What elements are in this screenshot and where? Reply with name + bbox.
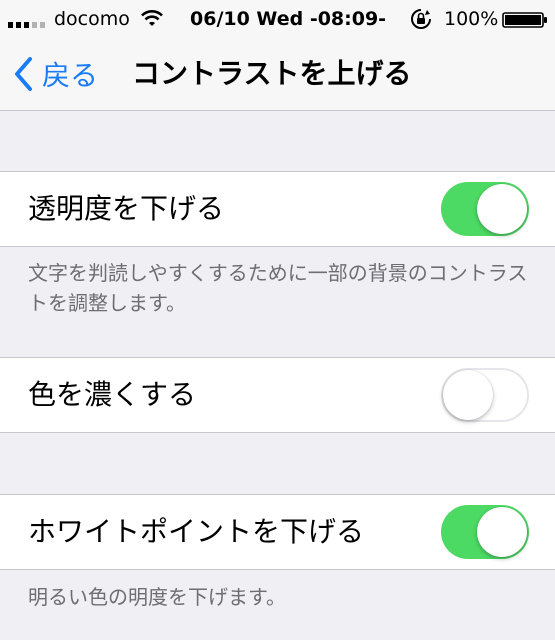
setting-label: 色を濃くする	[28, 378, 197, 411]
toggle-knob	[477, 184, 527, 234]
setting-label: ホワイトポイントを下げる	[28, 515, 365, 548]
screen: docomo 06/10 Wed -08:09- 100% 戻る コントラストを…	[0, 0, 555, 640]
battery-icon	[502, 12, 547, 28]
chevron-left-icon	[15, 57, 32, 91]
setting-footer-note: 文字を判読しやすくするために一部の背景のコントラストを調整します。	[28, 261, 528, 315]
toggle-knob	[477, 507, 527, 557]
top-bar: docomo 06/10 Wed -08:09- 100% 戻る コントラストを…	[0, 0, 555, 111]
page-title: コントラストを上げる	[132, 57, 412, 90]
reduce-transparency-toggle[interactable]	[441, 182, 529, 236]
battery-percent: 100%	[444, 8, 499, 30]
setting-row-reduce-white-point: ホワイトポイントを下げる	[0, 494, 555, 570]
status-bar: docomo 06/10 Wed -08:09- 100%	[0, 0, 555, 38]
wifi-icon	[141, 10, 163, 26]
back-label: 戻る	[42, 59, 99, 92]
setting-row-reduce-transparency: 透明度を下げる	[0, 171, 555, 247]
setting-label: 透明度を下げる	[28, 192, 225, 225]
toggle-knob	[443, 370, 493, 420]
reduce-white-point-toggle[interactable]	[441, 505, 529, 559]
navigation-bar: 戻る コントラストを上げる	[0, 38, 555, 110]
darken-colors-toggle[interactable]	[441, 368, 529, 422]
setting-footer-note: 明るい色の明度を下げます。	[28, 585, 286, 609]
carrier-name: docomo	[54, 8, 130, 30]
status-time: 06/10 Wed -08:09-	[190, 8, 387, 30]
signal-strength-icon	[8, 10, 45, 28]
rotation-lock-icon	[411, 9, 431, 29]
back-button[interactable]: 戻る	[12, 50, 98, 98]
setting-row-darken-colors: 色を濃くする	[0, 357, 555, 433]
